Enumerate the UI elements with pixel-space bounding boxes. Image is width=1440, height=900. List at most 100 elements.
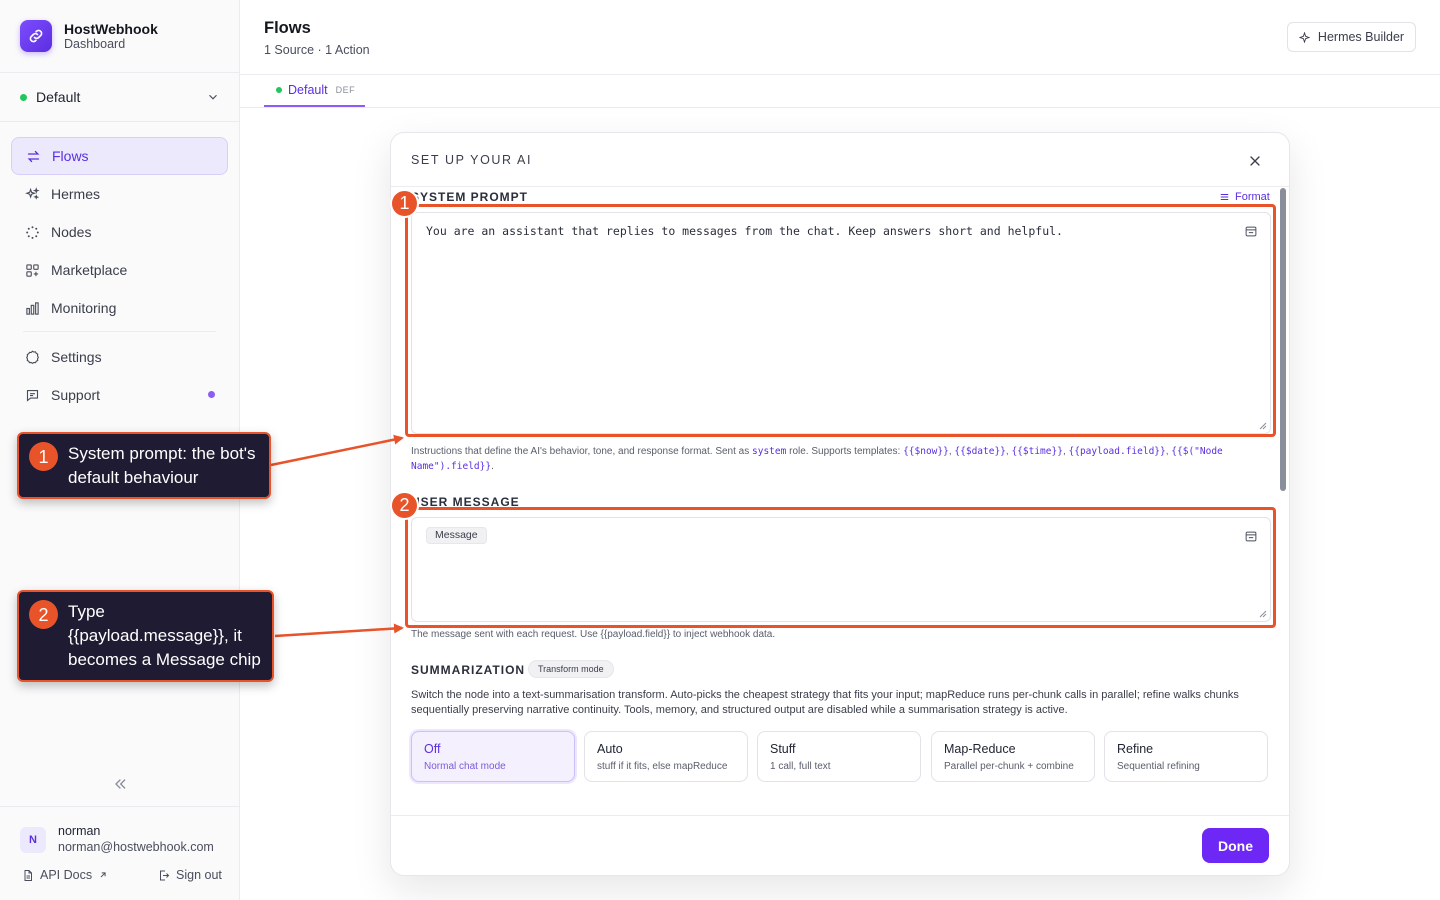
sidebar-item-support[interactable]: Support bbox=[11, 376, 228, 414]
sidebar-item-settings[interactable]: Settings bbox=[11, 338, 228, 376]
annotation-callout-2: 2 Type {{payload.message}}, it becomes a… bbox=[17, 590, 274, 682]
option-name: Off bbox=[424, 742, 441, 756]
user-email: norman@hostwebhook.com bbox=[58, 840, 214, 854]
hermes-builder-label: Hermes Builder bbox=[1317, 30, 1405, 44]
nav-divider bbox=[23, 331, 216, 332]
bar-chart-icon bbox=[24, 300, 40, 316]
user-name: norman bbox=[58, 824, 101, 838]
summarization-description: Switch the node into a text-summarisatio… bbox=[411, 689, 1239, 716]
annotation-marker-1: 1 bbox=[390, 189, 419, 218]
dots-circle-icon bbox=[24, 224, 40, 240]
summarization-option-off[interactable]: Off Normal chat mode bbox=[411, 731, 575, 782]
avatar: N bbox=[20, 826, 46, 853]
api-docs-link[interactable]: API Docs bbox=[22, 868, 114, 882]
summarization-option-map-reduce[interactable]: Map-Reduce Parallel per-chunk + combine bbox=[931, 731, 1095, 782]
summarization-label: SUMMARIZATION bbox=[411, 663, 526, 677]
transform-mode-pill: Transform mode bbox=[528, 660, 614, 678]
annotation-arrow-1 bbox=[270, 434, 404, 467]
sidebar-item-marketplace[interactable]: Marketplace bbox=[11, 251, 228, 289]
sidebar-nav: Flows Hermes Nodes Marketplace Monitorin… bbox=[11, 137, 228, 414]
double-chevron-left-icon bbox=[115, 779, 126, 789]
option-desc: 1 call, full text bbox=[770, 761, 831, 772]
header-divider bbox=[240, 74, 1440, 75]
user-profile[interactable]: N norman norman@hostwebhook.com bbox=[20, 824, 214, 855]
sidebar-item-label: Support bbox=[51, 387, 101, 403]
callout-text: System prompt: the bot's default behavio… bbox=[68, 444, 256, 487]
chevron-down-icon bbox=[209, 94, 217, 100]
sidebar-item-flows[interactable]: Flows bbox=[11, 137, 228, 175]
close-button[interactable] bbox=[1247, 153, 1263, 174]
sparkle-icon bbox=[1298, 31, 1310, 43]
system-prompt-help: Instructions that define the AI's behavi… bbox=[411, 446, 1223, 472]
modal-title: SET UP YOUR AI bbox=[411, 153, 533, 167]
tab-default[interactable]: Default DEF bbox=[264, 75, 365, 107]
brand-name: HostWebhook bbox=[64, 20, 158, 37]
sidebar-item-monitoring[interactable]: Monitoring bbox=[11, 289, 228, 327]
summarization-option-stuff[interactable]: Stuff 1 call, full text bbox=[757, 731, 921, 782]
sidebar-item-label: Nodes bbox=[51, 224, 92, 240]
sidebar-item-label: Settings bbox=[51, 349, 102, 365]
option-name: Refine bbox=[1117, 742, 1154, 756]
hermes-builder-button[interactable]: Hermes Builder bbox=[1287, 22, 1416, 52]
sparkles-icon bbox=[24, 186, 40, 202]
sign-out-label: Sign out bbox=[176, 868, 222, 882]
done-button[interactable]: Done bbox=[1202, 828, 1269, 863]
page-subtitle: 1 Source · 1 Action bbox=[264, 43, 370, 57]
gear-icon bbox=[24, 349, 40, 365]
close-icon bbox=[1250, 156, 1260, 166]
modal-scrollbar[interactable] bbox=[1280, 188, 1286, 491]
format-button[interactable]: Format bbox=[1219, 191, 1270, 203]
arrows-swap-icon bbox=[25, 148, 41, 164]
divider bbox=[0, 72, 240, 73]
chat-icon bbox=[24, 387, 40, 403]
option-name: Auto bbox=[597, 742, 623, 756]
callout-number: 2 bbox=[29, 600, 58, 629]
modal-footer-divider bbox=[391, 815, 1289, 816]
workspace-name: Default bbox=[36, 89, 81, 105]
tab-divider bbox=[240, 107, 1440, 108]
sidebar-item-hermes[interactable]: Hermes bbox=[11, 175, 228, 213]
workspace-selector[interactable]: Default bbox=[20, 86, 220, 108]
format-label: Format bbox=[1235, 191, 1270, 203]
option-desc: Parallel per-chunk + combine bbox=[944, 761, 1074, 772]
brand[interactable]: HostWebhook Dashboard bbox=[20, 20, 158, 52]
annotation-arrow-2 bbox=[274, 623, 404, 638]
tab-label: Default bbox=[288, 83, 328, 97]
sign-out-icon bbox=[160, 870, 170, 880]
annotation-highlight-user-message bbox=[405, 507, 1276, 628]
option-desc: Sequential refining bbox=[1117, 761, 1200, 772]
modal-divider bbox=[391, 186, 1289, 187]
link-icon bbox=[20, 20, 52, 52]
sidebar-item-label: Hermes bbox=[51, 186, 101, 202]
divider bbox=[0, 121, 240, 122]
status-dot-icon bbox=[20, 93, 27, 101]
option-desc: Normal chat mode bbox=[424, 761, 506, 772]
collapse-sidebar-button[interactable] bbox=[112, 776, 128, 797]
sign-out-button[interactable]: Sign out bbox=[158, 868, 222, 882]
status-dot-icon bbox=[276, 87, 282, 93]
summarization-option-auto[interactable]: Auto stuff if it fits, else mapReduce bbox=[584, 731, 748, 782]
annotation-marker-2: 2 bbox=[390, 491, 419, 520]
system-prompt-label: SYSTEM PROMPT bbox=[411, 190, 529, 204]
option-name: Map-Reduce bbox=[944, 742, 1016, 756]
divider bbox=[0, 806, 240, 807]
callout-number: 1 bbox=[29, 442, 58, 471]
api-docs-label: API Docs bbox=[40, 868, 93, 882]
option-desc: stuff if it fits, else mapReduce bbox=[597, 761, 728, 772]
grid-plus-icon bbox=[24, 262, 40, 278]
sidebar-item-label: Flows bbox=[52, 148, 89, 164]
user-message-help: The message sent with each request. Use … bbox=[411, 629, 776, 640]
document-icon bbox=[24, 869, 32, 881]
notification-badge bbox=[208, 391, 215, 398]
format-lines-icon bbox=[1220, 193, 1229, 201]
external-link-icon bbox=[100, 872, 106, 878]
callout-text: Type {{payload.message}}, it becomes a M… bbox=[68, 602, 261, 669]
summarization-option-refine[interactable]: Refine Sequential refining bbox=[1104, 731, 1268, 782]
option-name: Stuff bbox=[770, 742, 796, 756]
annotation-highlight-system-prompt bbox=[405, 204, 1276, 437]
page-title: Flows bbox=[264, 19, 311, 37]
sidebar-item-nodes[interactable]: Nodes bbox=[11, 213, 228, 251]
sidebar-item-label: Marketplace bbox=[51, 262, 128, 278]
brand-subtitle: Dashboard bbox=[64, 36, 126, 51]
annotation-callout-1: 1 System prompt: the bot's default behav… bbox=[17, 432, 271, 499]
